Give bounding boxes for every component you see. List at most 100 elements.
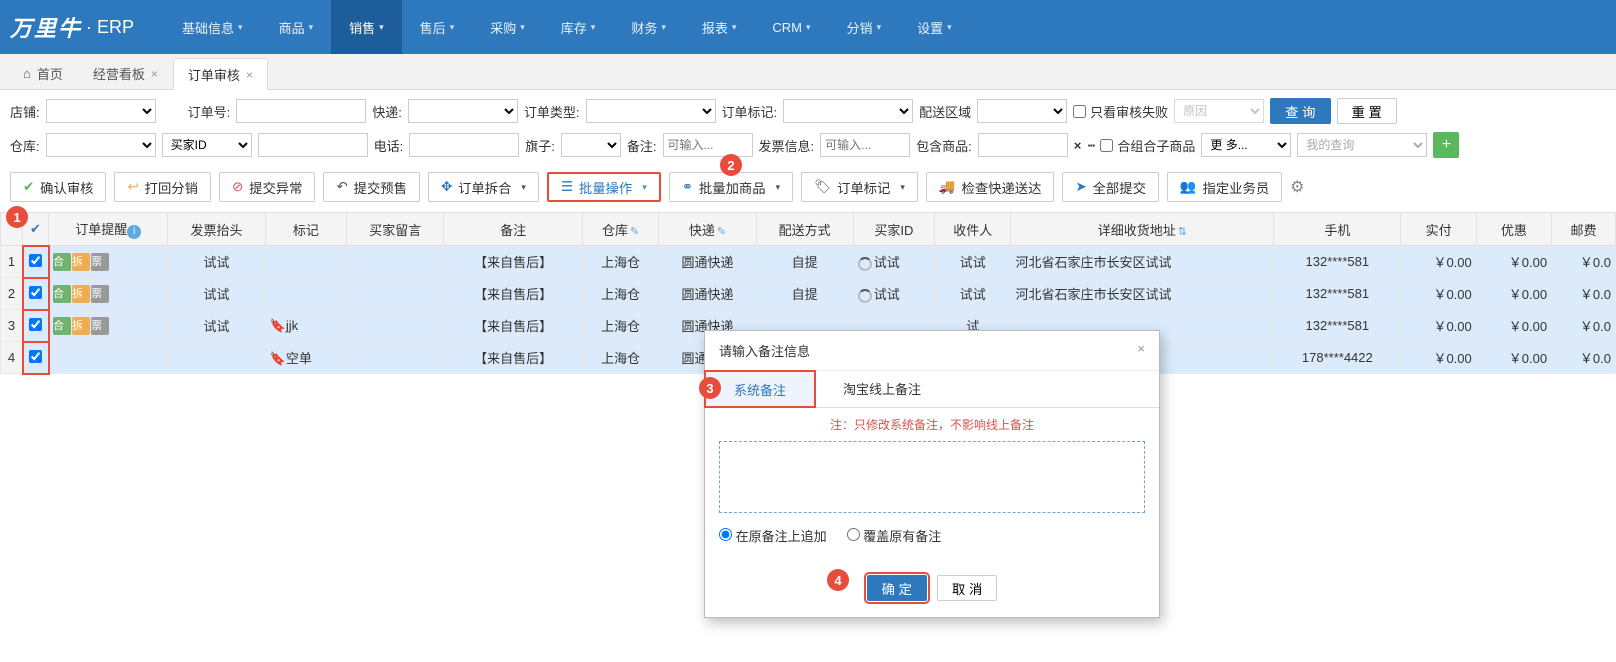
cell-pay: ￥0.00 — [1401, 278, 1476, 310]
radio-overwrite[interactable]: 覆盖原有备注 — [847, 526, 942, 545]
col-buyerid[interactable]: 买家ID — [853, 213, 934, 246]
col-remark[interactable]: 备注 — [444, 213, 583, 246]
modal-cancel-button[interactable]: 取 消 — [937, 575, 997, 601]
select-shop[interactable] — [46, 99, 156, 123]
return-dist-button[interactable]: ↩打回分销 — [114, 172, 210, 202]
chevron-down-icon: ▾ — [900, 182, 905, 193]
query-button[interactable]: 查 询 — [1270, 98, 1330, 124]
row-checkbox[interactable] — [29, 254, 42, 267]
filter-row-2: 仓库: 买家ID 电话: 旗子: 备注: 发票信息: 包含商品: × ··· 合… — [10, 132, 1606, 158]
cell-ship: 自提 — [756, 246, 853, 278]
order-mark-button[interactable]: 🏷订单标记▾ — [801, 172, 918, 202]
col-mark[interactable]: 标记 — [265, 213, 347, 246]
batch-add-goods-button[interactable]: ⚭批量加商品▾ — [669, 172, 793, 202]
row-checkbox-cell[interactable] — [23, 342, 49, 374]
select-warehouse[interactable] — [46, 133, 156, 157]
chk-combine-box[interactable] — [1100, 139, 1113, 152]
cell-warehouse: 上海仓 — [582, 342, 658, 374]
select-more[interactable]: 更 多... — [1201, 133, 1291, 157]
batch-op-button[interactable]: ☰批量操作▾ — [547, 172, 661, 202]
row-checkbox[interactable] — [29, 318, 42, 331]
cell-warehouse: 上海仓 — [582, 246, 658, 278]
input-phone[interactable] — [409, 133, 519, 157]
table-row[interactable]: 2合拆票试试【来自售后】上海仓圆通快递自提试试试试河北省石家庄市长安区试试132… — [1, 278, 1616, 310]
submit-all-button[interactable]: ➤全部提交 — [1062, 172, 1158, 202]
table-row[interactable]: 1合拆票试试【来自售后】上海仓圆通快递自提试试试试河北省石家庄市长安区试试132… — [1, 246, 1616, 278]
nav-item-8[interactable]: CRM▾ — [754, 0, 828, 54]
nav-item-10[interactable]: 设置▾ — [899, 0, 970, 54]
radio-append[interactable]: 在原备注上追加 — [719, 526, 827, 545]
clear-icon[interactable]: × — [1074, 138, 1082, 153]
chk-onlyfail[interactable]: 只看审核失败 — [1073, 102, 1168, 121]
select-flag[interactable] — [561, 133, 621, 157]
nav-item-3[interactable]: 售后▾ — [402, 0, 473, 54]
close-icon[interactable]: × — [151, 67, 158, 81]
col-address[interactable]: 详细收货地址⇅ — [1011, 213, 1274, 246]
select-ordermark[interactable] — [783, 99, 913, 123]
row-checkbox[interactable] — [29, 350, 42, 363]
col-pay[interactable]: 实付 — [1401, 213, 1476, 246]
tab-0[interactable]: 经营看板× — [78, 57, 173, 89]
more-icon[interactable]: ··· — [1087, 138, 1094, 153]
chevron-down-icon: ▾ — [591, 22, 596, 33]
select-area[interactable] — [977, 99, 1067, 123]
nav-item-1[interactable]: 商品▾ — [261, 0, 332, 54]
select-buyerid-key[interactable]: 买家ID — [162, 133, 252, 157]
col-invoice[interactable]: 发票抬头 — [168, 213, 265, 246]
reset-button[interactable]: 重 置 — [1337, 98, 1397, 124]
col-postage[interactable]: 邮费 — [1552, 213, 1616, 246]
select-myquery[interactable]: 我的查询 — [1297, 133, 1427, 157]
add-query-button[interactable]: + — [1433, 132, 1459, 158]
assign-salesman-button[interactable]: 👥指定业务员 — [1167, 172, 1282, 202]
chevron-down-icon: ▾ — [520, 22, 525, 33]
modal-tab-taobao[interactable]: 淘宝线上备注 — [815, 371, 949, 407]
cell-postage: ￥0.0 — [1552, 342, 1616, 374]
tab-home[interactable]: ⌂ 首页 — [8, 57, 78, 89]
chk-onlyfail-box[interactable] — [1073, 105, 1086, 118]
col-express[interactable]: 快递✎ — [659, 213, 756, 246]
col-reminder[interactable]: 订单提醒i — [49, 213, 168, 246]
tab-1[interactable]: 订单审核× — [173, 58, 268, 90]
nav-item-5[interactable]: 库存▾ — [543, 0, 614, 54]
col-warehouse[interactable]: 仓库✎ — [582, 213, 658, 246]
row-checkbox-cell[interactable] — [23, 246, 49, 278]
loading-icon — [858, 289, 872, 303]
cell-mark — [265, 278, 347, 310]
remark-textarea[interactable] — [719, 441, 1145, 513]
col-buyer-msg[interactable]: 买家留言 — [347, 213, 444, 246]
label-contain: 包含商品: — [916, 136, 972, 155]
input-contain[interactable] — [978, 133, 1068, 157]
close-icon[interactable]: × — [1137, 341, 1145, 360]
col-phone[interactable]: 手机 — [1274, 213, 1401, 246]
nav-item-2[interactable]: 销售▾ — [331, 0, 402, 54]
row-checkbox[interactable] — [29, 286, 42, 299]
chk-combine[interactable]: 合组合子商品 — [1100, 136, 1195, 155]
gear-icon[interactable]: ⚙ — [1290, 177, 1304, 197]
confirm-audit-button[interactable]: ✔确认审核 — [10, 172, 106, 202]
input-remark[interactable] — [663, 133, 753, 157]
nav-item-4[interactable]: 采购▾ — [472, 0, 543, 54]
close-icon[interactable]: × — [246, 68, 253, 82]
nav-item-0[interactable]: 基础信息▾ — [164, 0, 261, 54]
select-ordertype[interactable] — [586, 99, 716, 123]
input-orderno[interactable] — [236, 99, 366, 123]
select-express[interactable] — [408, 99, 518, 123]
col-discount[interactable]: 优惠 — [1476, 213, 1551, 246]
modal-ok-button[interactable]: 确 定 — [867, 575, 927, 601]
input-buyerid[interactable] — [258, 133, 368, 157]
cell-postage: ￥0.0 — [1552, 278, 1616, 310]
nav-item-7[interactable]: 报表▾ — [684, 0, 755, 54]
input-invoice[interactable] — [820, 133, 910, 157]
order-split-button[interactable]: ✥订单拆合▾ — [428, 172, 539, 202]
nav-item-9[interactable]: 分销▾ — [829, 0, 900, 54]
modal-tab-system[interactable]: 系统备注 — [705, 371, 815, 407]
nav-item-6[interactable]: 财务▾ — [613, 0, 684, 54]
submit-abnormal-button[interactable]: ⊘提交异常 — [219, 172, 315, 202]
submit-presale-button[interactable]: ↶提交预售 — [323, 172, 419, 202]
col-receiver[interactable]: 收件人 — [934, 213, 1010, 246]
check-express-button[interactable]: 🚚检查快递送达 — [926, 172, 1055, 202]
row-checkbox-cell[interactable] — [23, 278, 49, 310]
row-checkbox-cell[interactable] — [23, 310, 49, 342]
pencil-icon: ✎ — [717, 226, 726, 238]
col-ship[interactable]: 配送方式 — [756, 213, 853, 246]
